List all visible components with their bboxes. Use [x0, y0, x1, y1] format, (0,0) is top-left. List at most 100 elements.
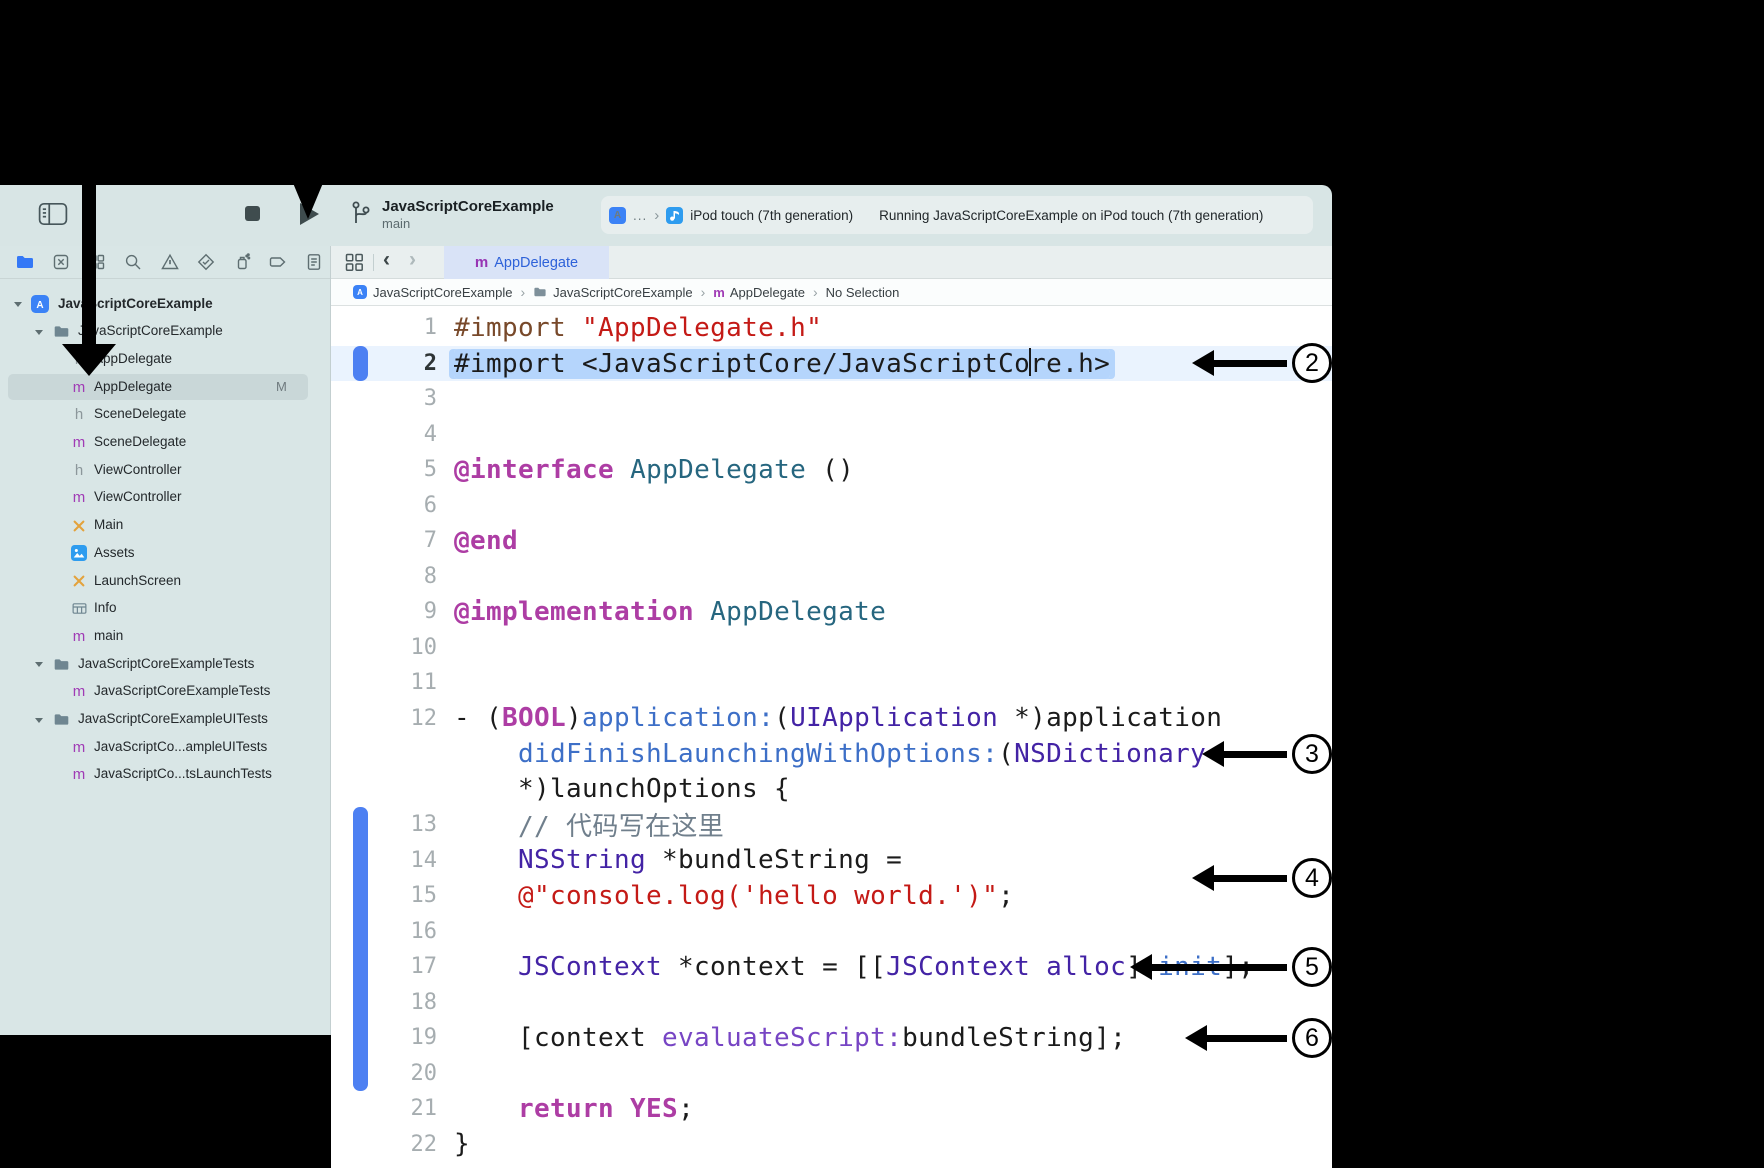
debug-navigator-icon[interactable]	[232, 252, 252, 272]
file-row-info[interactable]: Info	[0, 595, 330, 623]
project-folder-navigator-icon[interactable]	[15, 252, 35, 272]
folder-file-icon	[52, 323, 70, 341]
token: (	[998, 738, 1015, 769]
line-number[interactable]: 16	[331, 919, 438, 944]
code-line-16[interactable]: 16	[331, 914, 1332, 950]
code-line-6[interactable]: 6	[331, 488, 1332, 524]
file-row-javascriptcoreexample[interactable]: A JavaScriptCoreExample	[0, 290, 330, 318]
line-number[interactable]: 19	[331, 1025, 438, 1050]
code-line-14[interactable]: 14 NSString *bundleString =	[331, 843, 1332, 879]
line-number[interactable]: 12	[331, 706, 438, 731]
code-line-18[interactable]: 18	[331, 985, 1332, 1021]
line-number[interactable]: 21	[331, 1096, 438, 1121]
source-control-navigator-icon[interactable]	[51, 252, 71, 272]
breadcrumb-selection[interactable]: No Selection	[826, 285, 900, 300]
sidebar-toggle-icon[interactable]	[38, 201, 68, 227]
breakpoint-navigator-icon[interactable]	[268, 252, 288, 272]
find-navigator-icon[interactable]	[123, 252, 143, 272]
code-line-2[interactable]: 2 #import <JavaScriptCore/JavaScriptCore.…	[331, 345, 1332, 381]
file-row-scenedelegate[interactable]: h SceneDelegate	[0, 401, 330, 429]
code-line-12[interactable]: 12 - (BOOL)application:(UIApplication *)a…	[331, 701, 1332, 737]
file-row-javascriptcoreexampletests[interactable]: JavaScriptCoreExampleTests	[0, 650, 330, 678]
code-line-wrap[interactable]: didFinishLaunchingWithOptions:(NSDiction…	[331, 736, 1332, 772]
file-row-viewcontroller[interactable]: h ViewController	[0, 456, 330, 484]
annotation-arrow-shaft	[1212, 359, 1287, 367]
code-line-4[interactable]: 4	[331, 417, 1332, 453]
line-number[interactable]: 3	[331, 386, 437, 411]
back-button[interactable]: ‹	[383, 248, 390, 272]
file-row-javascriptcoreexampletests[interactable]: m JavaScriptCoreExampleTests	[0, 678, 330, 706]
annotation-arrow-head	[1202, 741, 1224, 767]
file-row-javascriptco-tslaunchtests[interactable]: m JavaScriptCo...tsLaunchTests	[0, 761, 330, 789]
change-bar[interactable]	[353, 345, 368, 381]
file-row-appdelegate[interactable]: h AppDelegate	[0, 345, 330, 373]
line-number[interactable]: 5	[331, 457, 437, 482]
line-number[interactable]: 14	[331, 848, 438, 873]
line-number[interactable]: 13	[331, 812, 438, 837]
file-row-scenedelegate[interactable]: m SceneDelegate	[0, 429, 330, 457]
annotation-arrow-head	[1192, 865, 1214, 891]
report-navigator-icon[interactable]	[304, 252, 324, 272]
scheme-selector[interactable]: JavaScriptCoreExample main	[350, 193, 554, 237]
code-line-22[interactable]: 22}	[331, 1127, 1332, 1163]
line-number[interactable]: 22	[331, 1132, 438, 1157]
test-navigator-icon[interactable]	[196, 252, 216, 272]
related-items-grid-icon[interactable]	[345, 253, 364, 272]
change-bar[interactable]	[353, 807, 368, 1091]
file-row-main[interactable]: Main	[0, 512, 330, 540]
code-line-21[interactable]: 21 return YES;	[331, 1091, 1332, 1127]
code-line-13[interactable]: 13 // 代码写在这里	[331, 807, 1332, 843]
line-number[interactable]: 6	[331, 493, 437, 518]
token: *context = [[	[662, 951, 887, 982]
line-number[interactable]: 9	[331, 599, 437, 624]
disclosure-chevron-icon[interactable]	[35, 329, 43, 335]
disclosure-chevron-icon[interactable]	[35, 717, 43, 723]
code-line-3[interactable]: 3	[331, 381, 1332, 417]
stop-button[interactable]	[245, 206, 260, 221]
token: *)launchOptions {	[518, 774, 791, 805]
code-line-11[interactable]: 11	[331, 665, 1332, 701]
line-number[interactable]: 15	[331, 883, 438, 908]
line-number[interactable]: 10	[331, 635, 438, 660]
file-row-main[interactable]: m main	[0, 622, 330, 650]
code-line-wrap[interactable]: *)launchOptions {	[331, 772, 1332, 808]
file-row-javascriptcoreexampleuitests[interactable]: JavaScriptCoreExampleUITests	[0, 706, 330, 734]
code-line-5[interactable]: 5 @interface AppDelegate ()	[331, 452, 1332, 488]
line-number[interactable]: 18	[331, 990, 438, 1015]
file-row-javascriptcoreexample[interactable]: JavaScriptCoreExample	[0, 318, 330, 346]
disclosure-chevron-icon[interactable]	[35, 662, 43, 668]
file-row-appdelegate[interactable]: m AppDelegate M	[0, 373, 330, 401]
line-number[interactable]: 8	[331, 564, 437, 589]
file-name: SceneDelegate	[94, 434, 187, 449]
line-number[interactable]: 20	[331, 1061, 438, 1086]
line-number[interactable]: 17	[331, 954, 438, 979]
activity-status-bar[interactable]: A ... › iPod touch (7th generation) Runn…	[601, 196, 1313, 234]
code-lines: 1 #import "AppDelegate.h" 2 #import <JavaSc…	[331, 310, 1332, 1162]
line-number[interactable]: 11	[331, 670, 438, 695]
code-line-10[interactable]: 10	[331, 630, 1332, 666]
file-row-viewcontroller[interactable]: m ViewController	[0, 484, 330, 512]
file-row-launchscreen[interactable]: LaunchScreen	[0, 567, 330, 595]
code-line-9[interactable]: 9 @implementation AppDelegate	[331, 594, 1332, 630]
token: AppDelegate	[630, 454, 807, 485]
line-number[interactable]: 7	[331, 528, 437, 553]
code-line-15[interactable]: 15 @"console.log('hello world.')";	[331, 878, 1332, 914]
breadcrumb-group[interactable]: JavaScriptCoreExample	[553, 285, 692, 300]
forward-button[interactable]: ›	[409, 248, 416, 272]
code-line-8[interactable]: 8	[331, 559, 1332, 595]
file-name: SceneDelegate	[94, 406, 187, 422]
line-number[interactable]: 2	[331, 351, 437, 376]
line-number[interactable]: 1	[331, 315, 437, 340]
code-line-1[interactable]: 1 #import "AppDelegate.h"	[331, 310, 1332, 346]
issue-navigator-icon[interactable]	[160, 252, 180, 272]
file-row-assets[interactable]: Assets	[0, 539, 330, 567]
disclosure-chevron-icon[interactable]	[14, 302, 22, 307]
code-line-20[interactable]: 20	[331, 1056, 1332, 1092]
line-number[interactable]: 4	[331, 422, 437, 447]
tab-appdelegate[interactable]: m AppDelegate	[444, 246, 609, 279]
code-line-19[interactable]: 19 [context evaluateScript:bundleString];	[331, 1020, 1332, 1056]
code-line-7[interactable]: 7 @end	[331, 523, 1332, 559]
file-row-javascriptco-ampleuitests[interactable]: m JavaScriptCo...ampleUITests	[0, 733, 330, 761]
breadcrumb-project[interactable]: JavaScriptCoreExample	[373, 285, 512, 300]
breadcrumb-file[interactable]: AppDelegate	[730, 285, 805, 300]
